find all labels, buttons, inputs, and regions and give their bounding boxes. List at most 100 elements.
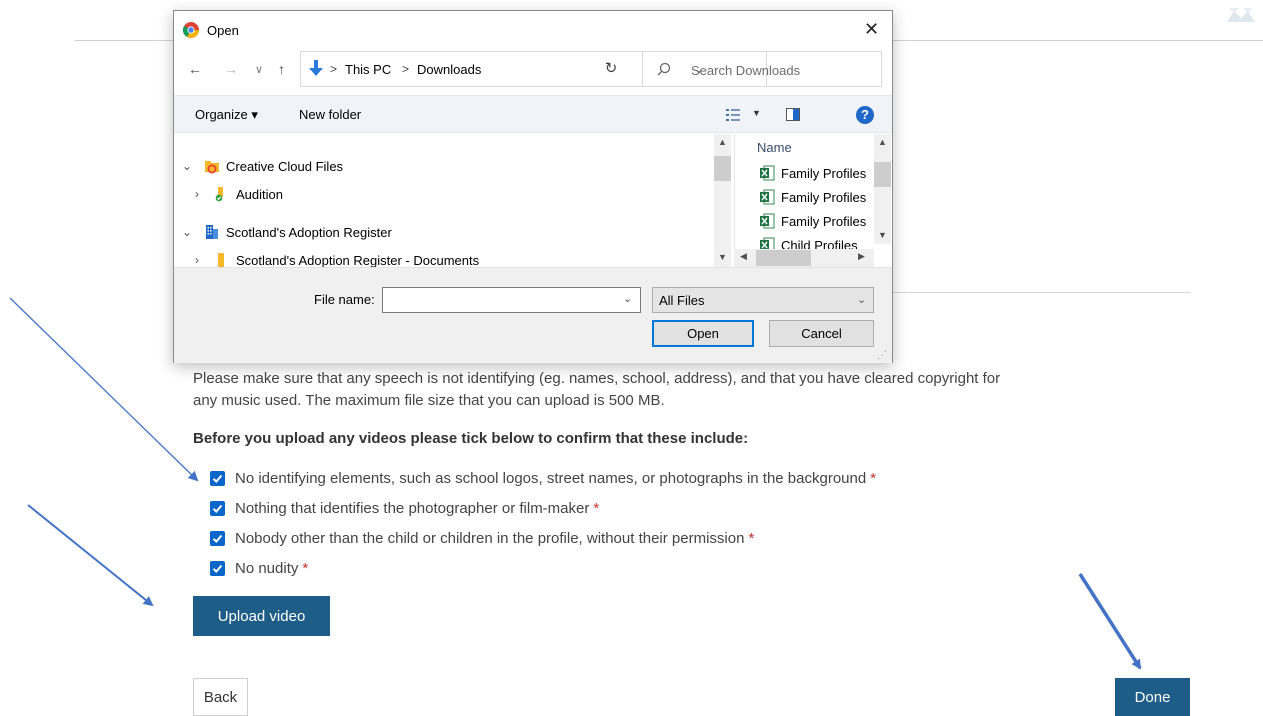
checkbox-checked-icon[interactable]	[210, 560, 225, 576]
arrow-to-first-checkbox	[9, 297, 199, 482]
upload-video-button[interactable]: Upload video	[193, 596, 330, 636]
search-icon	[657, 62, 671, 76]
checkbox-checked-icon[interactable]	[210, 500, 225, 516]
name-column-header[interactable]: Name	[757, 140, 792, 155]
checkbox-checked-icon[interactable]	[210, 530, 225, 546]
confirmation-checklist: No identifying elements, such as school …	[210, 463, 876, 583]
required-marker: *	[302, 559, 309, 577]
arrow-to-upload-button	[27, 504, 154, 607]
building-icon	[206, 225, 218, 239]
excel-file-icon	[760, 189, 775, 205]
up-arrow-icon[interactable]: ↑	[278, 61, 285, 77]
intro-line-1: Please make sure that any speech is not …	[193, 370, 1001, 387]
required-marker: *	[748, 529, 755, 547]
file-name-dropdown-icon[interactable]: ⌄	[623, 292, 632, 305]
scroll-down-icon[interactable]: ▼	[718, 252, 727, 262]
done-button[interactable]: Done	[1115, 678, 1190, 716]
view-dropdown-icon[interactable]: ▼	[752, 108, 761, 118]
site-logo-icon	[1227, 8, 1255, 22]
dialog-titlebar: Open ✕	[174, 11, 892, 47]
cancel-button[interactable]: Cancel	[769, 320, 874, 347]
tree-item-label: Creative Cloud Files	[226, 158, 344, 174]
breadcrumb-separator: >	[330, 62, 338, 76]
view-options-icon[interactable]	[726, 109, 740, 121]
organize-menu[interactable]: Organize ▾	[195, 107, 258, 123]
file-scroll-thumb[interactable]	[874, 162, 891, 187]
breadcrumb-downloads[interactable]: Downloads	[417, 62, 481, 77]
checkbox-label: No nudity	[235, 559, 299, 577]
search-downloads-input[interactable]: Search Downloads	[642, 51, 882, 87]
arrow-to-done-button	[1078, 573, 1142, 670]
open-button[interactable]: Open	[652, 320, 754, 347]
intro-line-2: any music used. The maximum file size th…	[193, 392, 665, 409]
dialog-footer: File name: ⌄ All Files ⌄ Open Cancel ⋰	[174, 267, 892, 363]
collapsed-chevron-icon[interactable]: ›	[190, 187, 204, 201]
excel-file-icon	[760, 213, 775, 229]
new-folder-button[interactable]: New folder	[299, 107, 361, 122]
chrome-icon	[183, 22, 199, 38]
checkbox-label: Nobody other than the child or children …	[235, 529, 745, 547]
file-type-select[interactable]: All Files ⌄	[652, 287, 874, 313]
tree-scroll-thumb[interactable]	[714, 156, 731, 181]
checkbox-no-photographer-identity[interactable]: Nothing that identifies the photographer…	[210, 493, 876, 523]
dialog-title: Open	[207, 23, 239, 38]
file-item[interactable]: Family Profiles	[759, 209, 866, 233]
required-marker: *	[593, 499, 600, 517]
navigation-tree: ⌄ Creative Cloud Files › Audition ⌄ Scot…	[174, 134, 714, 268]
file-item[interactable]: Family Profiles	[759, 185, 866, 209]
resize-grip-icon[interactable]: ⋰	[877, 350, 887, 361]
checkbox-no-other-people[interactable]: Nobody other than the child or children …	[210, 523, 876, 553]
checkbox-checked-icon[interactable]	[210, 470, 225, 486]
file-hscroll-thumb[interactable]	[756, 250, 811, 266]
preview-pane-icon[interactable]	[786, 108, 800, 121]
scroll-right-icon[interactable]: ▶	[858, 251, 865, 262]
back-arrow-icon[interactable]: ←	[188, 61, 202, 77]
tree-item-label: Scotland's Adoption Register - Documents	[236, 252, 480, 268]
help-icon[interactable]: ?	[856, 106, 874, 124]
file-item[interactable]: Family Profiles	[759, 161, 866, 185]
scroll-up-icon[interactable]: ▲	[718, 137, 727, 147]
checkbox-label: Nothing that identifies the photographer…	[235, 499, 590, 517]
checkbox-no-nudity[interactable]: No nudity *	[210, 553, 876, 583]
forward-arrow-icon[interactable]: →	[224, 61, 238, 77]
expanded-chevron-icon[interactable]: ⌄	[180, 159, 194, 173]
synced-folder-icon	[215, 187, 223, 202]
back-button[interactable]: Back	[193, 678, 248, 716]
file-list-vertical-scrollbar[interactable]: ▲ ▼	[874, 134, 891, 244]
scroll-left-icon[interactable]: ◀	[740, 251, 747, 262]
excel-file-icon	[760, 165, 775, 181]
tree-item-label: Scotland's Adoption Register	[226, 224, 392, 240]
recent-locations-icon[interactable]: ∨	[255, 63, 263, 76]
file-name: Family Profiles	[781, 165, 867, 181]
close-icon[interactable]: ✕	[864, 19, 879, 40]
scroll-down-icon[interactable]: ▼	[878, 230, 887, 240]
tree-item-label: Audition	[236, 186, 283, 202]
file-list-horizontal-scrollbar[interactable]: ◀ ▶	[734, 249, 874, 267]
search-placeholder: Search Downloads	[691, 63, 801, 78]
collapsed-chevron-icon[interactable]: ›	[190, 253, 204, 267]
command-bar: Organize ▾ New folder ▼ ?	[174, 95, 892, 133]
tree-item-audition[interactable]: › Audition	[190, 180, 283, 208]
required-marker: *	[870, 469, 877, 487]
file-name: Family Profiles	[781, 189, 867, 205]
file-open-dialog: Open ✕ ← → ∨ ↑ > This PC > Downloads ⌄ ↻…	[173, 10, 893, 363]
refresh-icon[interactable]: ↻	[594, 59, 628, 81]
confirm-heading: Before you upload any videos please tick…	[193, 430, 749, 447]
expanded-chevron-icon[interactable]: ⌄	[180, 225, 194, 239]
tree-item-creative-cloud-files[interactable]: ⌄ Creative Cloud Files	[180, 152, 343, 180]
tree-item-scotlands-adoption-register[interactable]: ⌄ Scotland's Adoption Register	[180, 218, 392, 246]
breadcrumb-separator: >	[402, 62, 410, 76]
folder-icon	[218, 253, 224, 267]
section-divider	[893, 292, 1190, 293]
scroll-up-icon[interactable]: ▲	[878, 137, 887, 147]
file-type-dropdown-icon[interactable]: ⌄	[857, 293, 866, 306]
checkbox-no-identifying-elements[interactable]: No identifying elements, such as school …	[210, 463, 876, 493]
navigation-bar: ← → ∨ ↑ > This PC > Downloads ⌄ ↻ Search…	[174, 51, 892, 87]
creative-cloud-folder-icon	[205, 161, 219, 174]
file-type-value: All Files	[659, 293, 705, 308]
tree-scrollbar[interactable]: ▲ ▼	[714, 134, 731, 267]
file-name-label: File name:	[314, 292, 375, 307]
upload-guidance-text: Please make sure that any speech is not …	[193, 368, 1193, 412]
breadcrumb-this-pc[interactable]: This PC	[345, 62, 391, 77]
file-name-input[interactable]	[382, 287, 641, 313]
